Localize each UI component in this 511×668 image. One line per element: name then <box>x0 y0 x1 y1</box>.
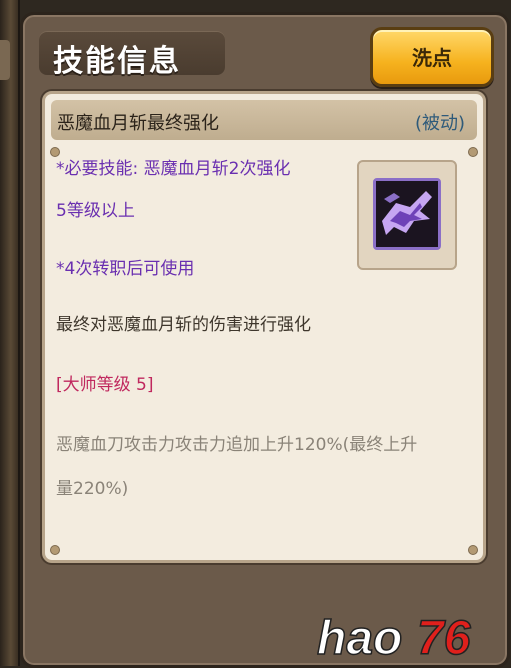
job-requirement: *4次转职后可使用 <box>56 259 195 279</box>
demon-blade-skill-icon <box>373 178 441 250</box>
adjacent-panel-edge <box>0 0 20 666</box>
skill-icon-frame <box>357 160 457 270</box>
title-bar: 技能信息 <box>39 31 225 79</box>
skill-effect-line-2: 量220%) <box>56 479 129 499</box>
reset-skill-button[interactable]: 洗点 <box>370 27 494 87</box>
card-rivet <box>468 545 478 555</box>
window-title: 技能信息 <box>53 44 181 79</box>
adjacent-panel-tab <box>0 40 10 80</box>
skill-description: 最终对恶魔血月斩的伤害进行强化 <box>56 315 311 335</box>
skill-type: (被动) <box>414 113 465 134</box>
skill-info-window: 技能信息 洗点 恶魔血月斩最终强化 (被动) *必要技能: 恶魔血月斩2次强化 … <box>20 12 510 668</box>
skill-name: 恶魔血月斩最终强化 <box>57 113 219 134</box>
master-level: [大师等级 5] <box>56 375 154 395</box>
required-level: 5等级以上 <box>56 201 135 221</box>
required-skill: *必要技能: 恶魔血月斩2次强化 <box>56 159 291 179</box>
site-watermark-logo: hao 76 <box>313 608 503 666</box>
card-rivet <box>50 545 60 555</box>
reset-skill-button-label: 洗点 <box>412 46 452 70</box>
svg-text:76: 76 <box>417 612 471 664</box>
card-rivet <box>50 147 60 157</box>
card-rivet <box>468 147 478 157</box>
skill-effect-line-1: 恶魔血刀攻击力攻击力追加上升120%(最终上升 <box>56 435 418 455</box>
svg-text:hao: hao <box>317 612 402 664</box>
skill-detail-card: 恶魔血月斩最终强化 (被动) *必要技能: 恶魔血月斩2次强化 5等级以上 *4… <box>42 91 486 563</box>
skill-header: 恶魔血月斩最终强化 (被动) <box>51 100 477 140</box>
